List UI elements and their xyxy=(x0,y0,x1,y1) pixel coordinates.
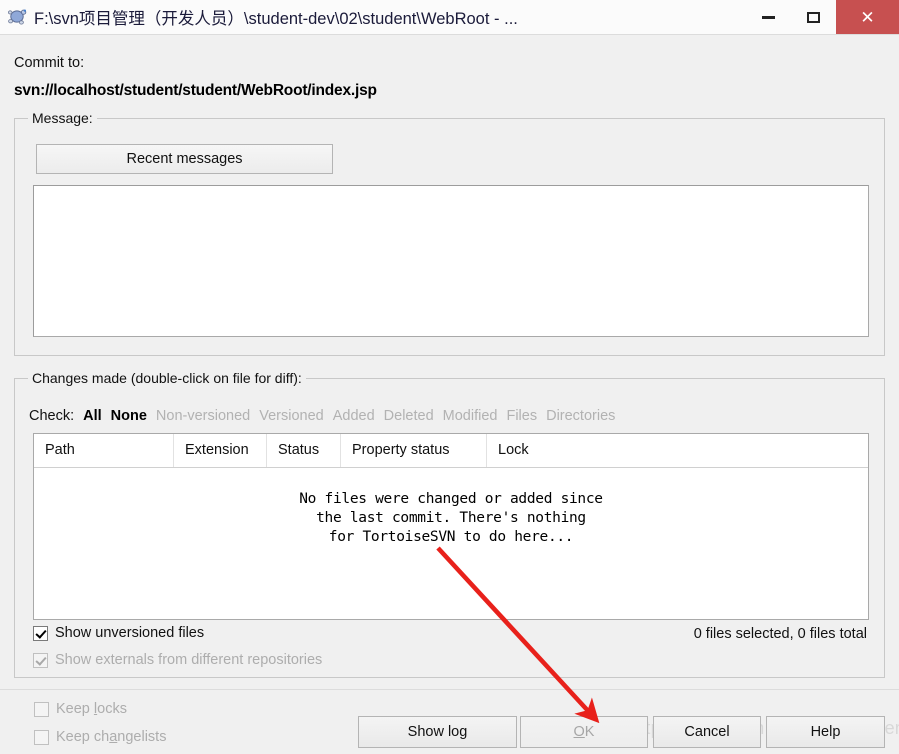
maximize-button[interactable] xyxy=(791,0,836,34)
column-header-extension[interactable]: Extension xyxy=(174,434,267,467)
close-icon: ✕ xyxy=(860,7,875,27)
show-externals-checkbox-row: Show externals from different repositori… xyxy=(33,652,322,668)
commit-to-url: svn://localhost/student/student/WebRoot/… xyxy=(14,82,377,99)
check-label: Check: xyxy=(29,408,75,424)
column-header-lock[interactable]: Lock xyxy=(487,434,868,467)
check-link-files: Files xyxy=(506,408,538,424)
recent-messages-button[interactable]: Recent messages xyxy=(36,144,333,174)
message-group: Message: Recent messages xyxy=(14,110,885,356)
commit-to-label: Commit to: xyxy=(14,55,85,71)
bottom-separator xyxy=(0,689,899,690)
file-list-header: Path Extension Status Property status Lo… xyxy=(34,434,868,468)
empty-list-message: No files were changed or added since the… xyxy=(34,490,868,547)
check-link-non-versioned: Non-versioned xyxy=(155,408,251,424)
check-link-deleted: Deleted xyxy=(383,408,434,424)
keep-locks-checkbox xyxy=(34,701,49,717)
check-link-versioned: Versioned xyxy=(259,408,324,424)
window-controls: ✕ xyxy=(746,0,899,34)
show-externals-checkbox xyxy=(33,652,48,668)
message-group-title: Message: xyxy=(28,110,97,126)
empty-list-message-line: No files were changed or added since xyxy=(299,491,603,507)
cancel-button[interactable]: Cancel xyxy=(653,716,761,748)
tortoisesvn-turtle-icon xyxy=(7,9,27,25)
show-unversioned-files-checkbox[interactable] xyxy=(33,625,48,641)
keep-changelists-label: Keep changelists xyxy=(56,729,167,745)
window-title: F:\svn项目管理（开发人员）\student-dev\02\student\… xyxy=(34,10,518,28)
empty-list-message-line: for TortoiseSVN to do here... xyxy=(328,529,574,545)
maximize-icon xyxy=(807,11,820,23)
show-unversioned-files-checkbox-row[interactable]: Show unversioned files xyxy=(33,625,204,641)
tortoisesvn-commit-dialog: F:\svn项目管理（开发人员）\student-dev\02\student\… xyxy=(0,0,899,754)
check-link-added: Added xyxy=(332,408,375,424)
help-button[interactable]: Help xyxy=(766,716,885,748)
column-header-status[interactable]: Status xyxy=(267,434,341,467)
changes-group: Changes made (double-click on file for d… xyxy=(14,370,885,678)
minimize-button[interactable] xyxy=(746,0,791,34)
show-externals-label: Show externals from different repositori… xyxy=(55,652,323,668)
check-link-none[interactable]: None xyxy=(111,408,147,424)
empty-list-message-line: the last commit. There's nothing xyxy=(316,510,586,526)
column-header-path[interactable]: Path xyxy=(34,434,174,467)
changes-file-list[interactable]: Path Extension Status Property status Lo… xyxy=(33,433,869,620)
show-unversioned-files-label: Show unversioned files xyxy=(55,625,205,641)
check-filter-row: Check: All None Non-versioned Versioned … xyxy=(29,408,615,424)
changes-group-title: Changes made (double-click on file for d… xyxy=(28,370,306,386)
close-button[interactable]: ✕ xyxy=(836,0,899,34)
minimize-icon xyxy=(762,15,775,19)
keep-changelists-checkbox xyxy=(34,729,49,745)
check-link-all[interactable]: All xyxy=(83,408,102,424)
ok-button[interactable]: OK xyxy=(520,716,648,748)
keep-locks-checkbox-row: Keep locks xyxy=(34,701,127,717)
column-header-property-status[interactable]: Property status xyxy=(341,434,487,467)
show-log-button[interactable]: Show log xyxy=(358,716,517,748)
keep-locks-label: Keep locks xyxy=(56,701,127,717)
commit-message-input[interactable] xyxy=(33,185,869,337)
check-link-modified: Modified xyxy=(442,408,498,424)
keep-changelists-checkbox-row: Keep changelists xyxy=(34,729,166,745)
check-link-directories: Directories xyxy=(546,408,616,424)
titlebar: F:\svn项目管理（开发人员）\student-dev\02\student\… xyxy=(0,0,899,35)
files-count-status: 0 files selected, 0 files total xyxy=(693,626,867,642)
